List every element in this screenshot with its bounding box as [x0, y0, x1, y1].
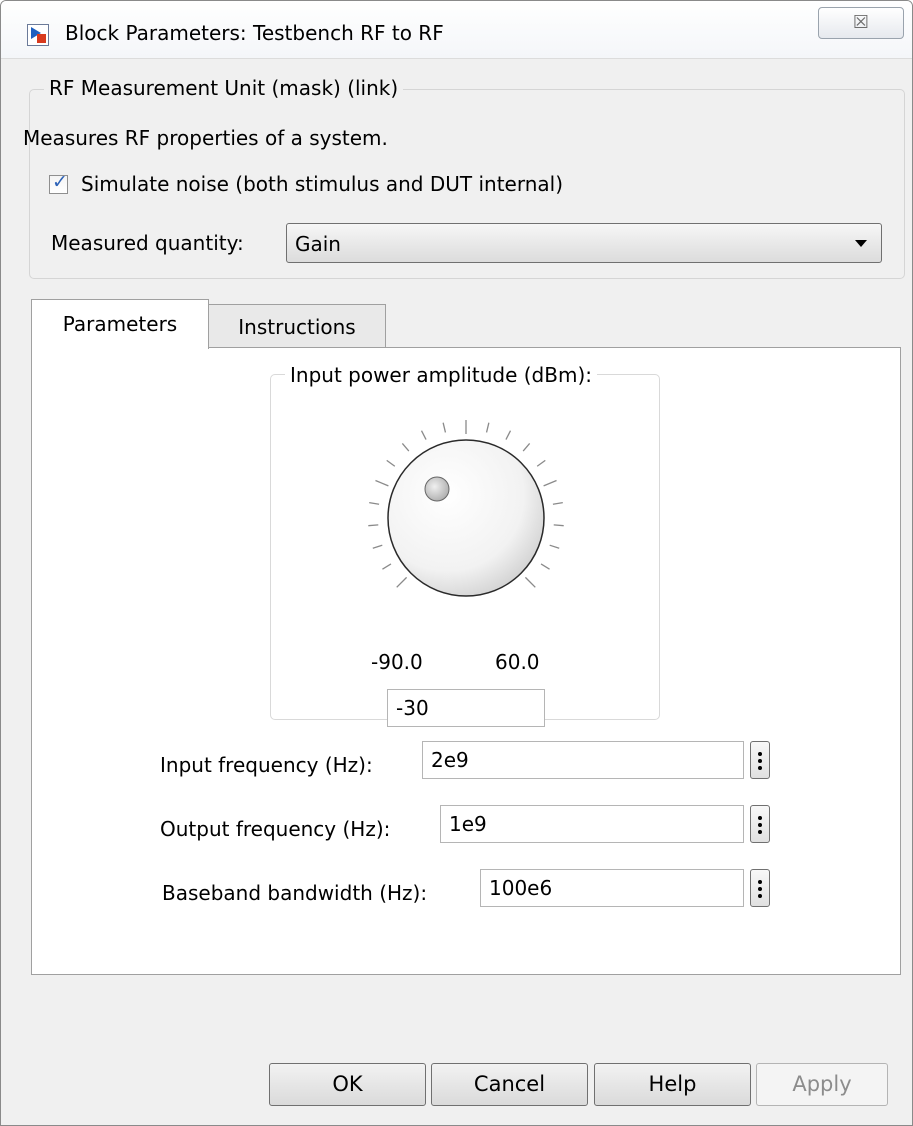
close-icon: ☒: [852, 12, 870, 33]
knob-tick: [369, 502, 380, 505]
knob-tick: [368, 524, 379, 527]
input-power-group: Input power amplitude (dBm): -90.0 60.0 …: [270, 363, 660, 727]
dropdown-arrow-icon: [855, 240, 867, 247]
knob-tick: [543, 479, 557, 487]
tab-instructions[interactable]: Instructions: [208, 304, 386, 348]
input-power-field[interactable]: -30: [387, 689, 545, 727]
knob-tick: [396, 576, 408, 588]
knob-tick: [386, 459, 396, 467]
input-frequency-options-button[interactable]: [750, 741, 770, 779]
mask-description: Measures RF properties of a system.: [23, 126, 388, 150]
knob-tick: [442, 422, 447, 433]
input-power-knob[interactable]: [351, 403, 581, 633]
knob-tick: [485, 422, 490, 433]
simulate-noise-checkbox[interactable]: ✓: [49, 171, 68, 194]
knob-tick: [401, 443, 410, 452]
window-title: Block Parameters: Testbench RF to RF: [65, 21, 444, 45]
apply-button[interactable]: Apply: [756, 1063, 888, 1106]
ok-button[interactable]: OK: [269, 1063, 426, 1106]
knob-tick: [382, 563, 392, 570]
baseband-bandwidth-label: Baseband bandwidth (Hz):: [162, 881, 428, 905]
tab-instructions-label: Instructions: [238, 315, 356, 339]
help-button[interactable]: Help: [594, 1063, 751, 1106]
title-bar[interactable]: Block Parameters: Testbench RF to RF ☒: [1, 1, 912, 59]
input-frequency-label: Input frequency (Hz):: [160, 753, 373, 777]
check-mark-icon: ✓: [52, 171, 68, 193]
simulate-noise-label[interactable]: Simulate noise (both stimulus and DUT in…: [81, 172, 563, 196]
measured-quantity-value: Gain: [295, 232, 341, 256]
input-power-title: Input power amplitude (dBm):: [285, 363, 597, 387]
measured-quantity-select[interactable]: Gain: [286, 223, 882, 263]
output-frequency-label: Output frequency (Hz):: [160, 817, 391, 841]
input-frequency-field[interactable]: 2e9: [422, 741, 744, 779]
baseband-bandwidth-options-button[interactable]: [750, 869, 770, 907]
knob-tick: [552, 502, 563, 505]
simulink-block-icon: [27, 24, 49, 46]
knob-tick: [522, 443, 531, 452]
mask-group-title: RF Measurement Unit (mask) (link): [44, 76, 404, 100]
parameters-panel: Input power amplitude (dBm): -90.0 60.0 …: [31, 347, 901, 975]
knob-tick: [372, 544, 383, 549]
dialog-window: Block Parameters: Testbench RF to RF ☒ R…: [0, 0, 913, 1126]
output-frequency-field[interactable]: 1e9: [440, 805, 744, 843]
knob-tick: [549, 544, 560, 549]
tab-parameters-label: Parameters: [62, 312, 178, 336]
output-frequency-options-button[interactable]: [750, 805, 770, 843]
knob-tick: [505, 430, 512, 440]
knob-body[interactable]: [387, 439, 545, 597]
measured-quantity-label: Measured quantity:: [51, 231, 244, 255]
knob-tick: [553, 524, 564, 527]
knob-tick: [540, 563, 550, 570]
baseband-bandwidth-field[interactable]: 100e6: [480, 869, 744, 907]
close-button[interactable]: ☒: [818, 7, 904, 39]
knob-tick: [375, 479, 389, 487]
knob-max-label: 60.0: [495, 650, 540, 674]
knob-tick: [524, 576, 536, 588]
cancel-button[interactable]: Cancel: [431, 1063, 588, 1106]
tab-parameters[interactable]: Parameters: [31, 299, 209, 349]
knob-tick: [536, 459, 546, 467]
knob-tick: [420, 430, 427, 440]
knob-indicator-dot: [424, 476, 450, 502]
knob-min-label: -90.0: [371, 650, 423, 674]
